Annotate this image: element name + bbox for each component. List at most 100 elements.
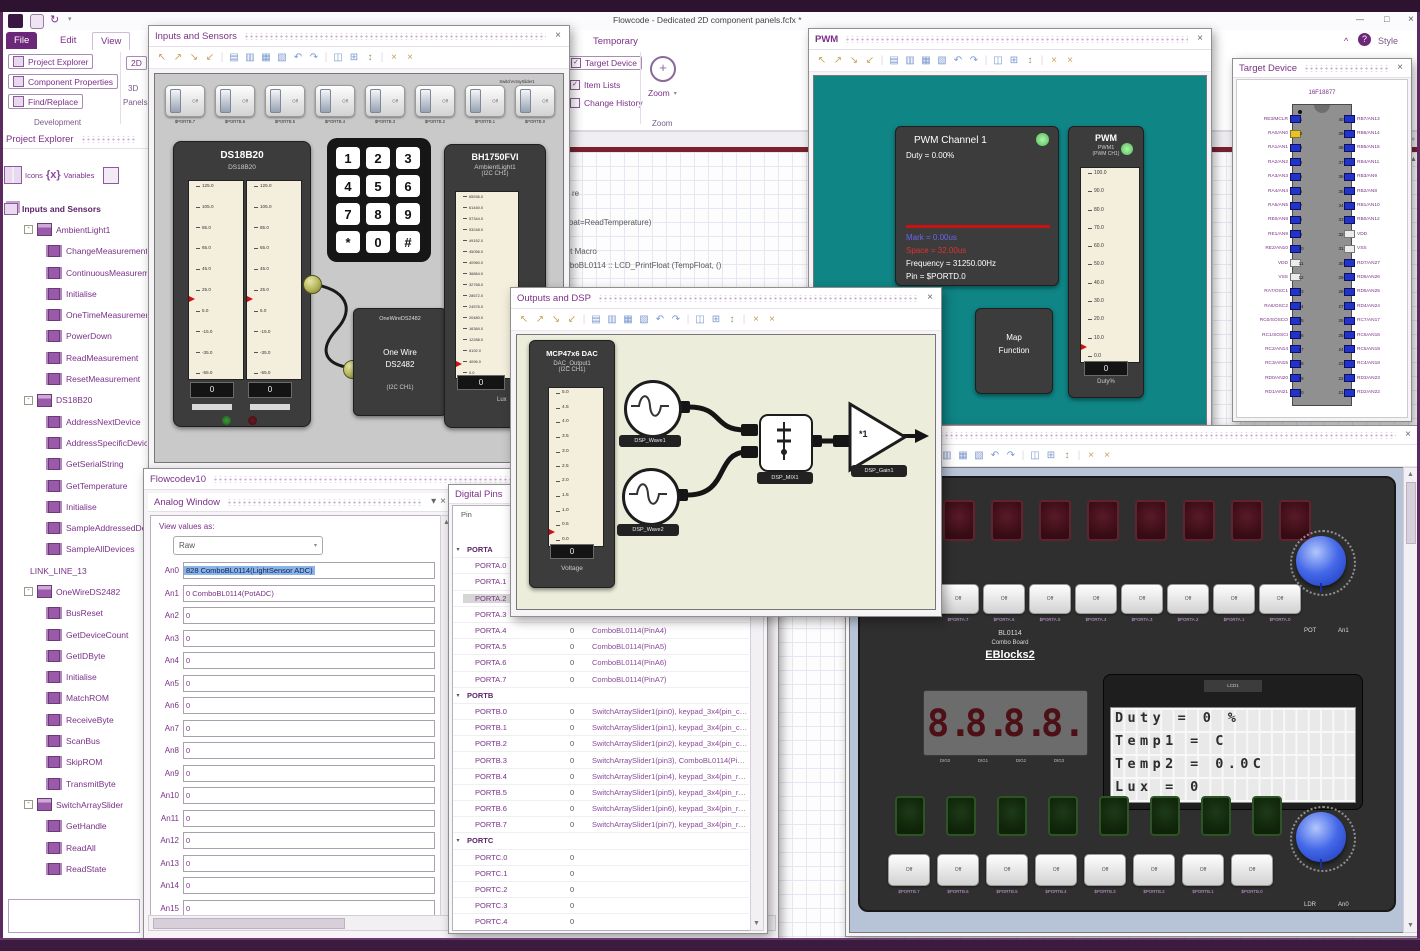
tree-item[interactable]: - ResetMeasurement (4, 368, 147, 389)
analog-row[interactable]: An13 0 (157, 854, 435, 872)
tree-item[interactable]: - ScanBus (4, 730, 147, 751)
board-switch[interactable]: Off (1029, 584, 1071, 614)
zoom-dropdown[interactable]: Zoom ▾ (648, 88, 677, 98)
open-icon[interactable]: ▥ (244, 52, 256, 63)
pin-square[interactable] (1344, 230, 1355, 239)
keypad-component[interactable]: 1 2 3 4 5 6 7 8 9 * 0 # (327, 138, 431, 262)
board-switch[interactable]: Off (1133, 854, 1175, 886)
keypad-key[interactable]: 9 (396, 203, 420, 225)
board-switch[interactable]: Off (1167, 584, 1209, 614)
analog-row[interactable]: An7 0 (157, 719, 435, 737)
tree-expander-icon[interactable]: - (24, 587, 33, 597)
digital-pin-row[interactable]: ▾ PORTA.4 0 ComboBL0114(PinA4) (453, 623, 749, 640)
keypad-key[interactable]: 8 (366, 203, 390, 225)
digital-pin-row[interactable]: ▾ PORTC (453, 833, 749, 850)
delete-all-icon[interactable]: × (404, 52, 416, 63)
separator[interactable]: | (1040, 55, 1044, 66)
tree-item[interactable]: - GetIDByte (4, 645, 147, 666)
analog-row[interactable]: An6 0 (157, 697, 435, 714)
analog-row[interactable]: An5 0 (157, 674, 435, 692)
digital-pin-row[interactable]: ▾ PORTC.5 0 (453, 931, 749, 932)
tree-item[interactable]: - OneTimeMeasurement (4, 304, 147, 325)
pin-square[interactable] (1344, 331, 1355, 340)
panel-2d-button[interactable]: 2D (126, 56, 147, 70)
zoom-icon[interactable]: + (650, 56, 676, 82)
mcp47x6-dac-component[interactable]: MCP47x6 DAC DAC_Output1 (I2C CH1) 5.0 4.5… (529, 340, 615, 588)
redo-icon[interactable]: ↷ (670, 314, 682, 325)
tree-item[interactable]: - AmbientLight1 (4, 219, 147, 240)
digital-pin-row[interactable]: ▾ PORTB.2 0 SwitchArraySlider1(pin2), ke… (453, 736, 749, 753)
tab-view[interactable]: View (92, 32, 131, 50)
tree-item[interactable]: - DS18B20 (4, 390, 147, 411)
hscroll-thumb[interactable] (153, 918, 345, 929)
pin-square[interactable] (1344, 201, 1355, 210)
component-icon[interactable]: ◫ (1029, 450, 1041, 461)
add-icon[interactable]: ⊞ (1008, 55, 1020, 66)
analog-value-field[interactable]: 0 (183, 832, 435, 849)
target-window-close-icon[interactable]: × (1395, 63, 1405, 73)
group-arrow-icon[interactable]: ▾ (453, 546, 463, 553)
board-scroll-thumb[interactable] (1406, 482, 1416, 544)
pin-square[interactable] (1344, 143, 1355, 152)
board-switch[interactable]: Off (1121, 584, 1163, 614)
pin-square[interactable] (1344, 115, 1355, 124)
board-switch[interactable]: Off (1182, 854, 1224, 886)
delete-all-icon[interactable]: × (1064, 55, 1076, 66)
tree-item[interactable]: - GetSerialString (4, 454, 147, 475)
tree-item[interactable]: - ContinuousMeasurement (4, 262, 147, 283)
analog-value-field[interactable]: 0 (183, 652, 435, 669)
analog-row[interactable]: An4 0 (157, 652, 435, 669)
change-history-checkbox[interactable]: Change History (570, 98, 643, 108)
component-icon[interactable]: ◫ (992, 55, 1004, 66)
analog-window-menu-icon[interactable]: ▾ (429, 497, 438, 507)
board-switch[interactable]: Off (1259, 584, 1301, 614)
undo-quick-icon[interactable]: ↻ (50, 13, 59, 26)
keypad-key[interactable]: 0 (366, 231, 390, 253)
add-icon[interactable]: ⊞ (1045, 450, 1057, 461)
pin-square[interactable] (1344, 302, 1355, 311)
panel-3d-label[interactable]: 3D (128, 84, 138, 93)
select-add-icon[interactable]: ↗ (534, 314, 546, 325)
arrange-icon[interactable]: ↕ (1061, 450, 1073, 461)
close-button[interactable]: × (1408, 14, 1414, 25)
analog-row[interactable]: An14 0 (157, 877, 435, 894)
save-icon[interactable]: ▦ (920, 55, 932, 66)
digital-pin-row[interactable]: ▾ PORTA.5 0 ComboBL0114(PinA5) (453, 639, 749, 656)
separator[interactable]: | (324, 52, 328, 63)
restore-button[interactable]: □ (1384, 14, 1389, 24)
project-explorer-button[interactable]: Project Explorer (8, 54, 94, 69)
pin-square[interactable] (1344, 187, 1355, 196)
undo-icon[interactable]: ↶ (654, 314, 666, 325)
keypad-key[interactable]: 1 (336, 147, 360, 169)
inputs-window-close-icon[interactable]: × (553, 31, 563, 41)
variables-icon[interactable]: {x} (46, 169, 61, 181)
tree-item[interactable]: - ReadAll (4, 837, 147, 858)
pin-square[interactable] (1344, 287, 1355, 296)
delete-icon[interactable]: × (750, 314, 762, 325)
analog-value-field[interactable]: 0 (183, 854, 435, 872)
keypad-key[interactable]: * (336, 231, 360, 253)
dsp-wave1-component[interactable] (624, 380, 682, 438)
import-icon[interactable]: ▧ (973, 450, 985, 461)
analog-value-field[interactable]: 0 (183, 674, 435, 692)
scale-marker[interactable] (456, 361, 462, 367)
tab-edit[interactable]: Edit (52, 32, 84, 49)
add-icon[interactable]: ⊞ (348, 52, 360, 63)
style-label[interactable]: Style (1378, 36, 1398, 46)
digital-pin-row[interactable]: ▾ PORTC.4 0 (453, 914, 749, 930)
dsp-gain-component[interactable] (847, 401, 913, 473)
tree-item[interactable]: - TransmitByte (4, 773, 147, 794)
pin-square[interactable] (1344, 374, 1355, 383)
quickbar-more-icon[interactable]: ▾ (68, 15, 72, 23)
open-icon[interactable]: ▥ (606, 314, 618, 325)
digital-pin-row[interactable]: ▾ PORTB.1 0 SwitchArraySlider1(pin1), ke… (453, 720, 749, 737)
inputs-panel-canvas[interactable]: SwitchArraySlider1 Off $PORTB.7 Off $POR… (154, 73, 564, 463)
pin-square[interactable] (1344, 244, 1355, 253)
new-icon[interactable]: ▤ (590, 314, 602, 325)
redo-icon[interactable]: ↷ (968, 55, 980, 66)
pin-square[interactable] (1344, 158, 1355, 167)
board-switch[interactable]: Off (1213, 584, 1255, 614)
undo-icon[interactable]: ↶ (989, 450, 1001, 461)
save-quick-icon[interactable] (30, 14, 44, 29)
icons-grid-icon[interactable] (4, 166, 22, 184)
